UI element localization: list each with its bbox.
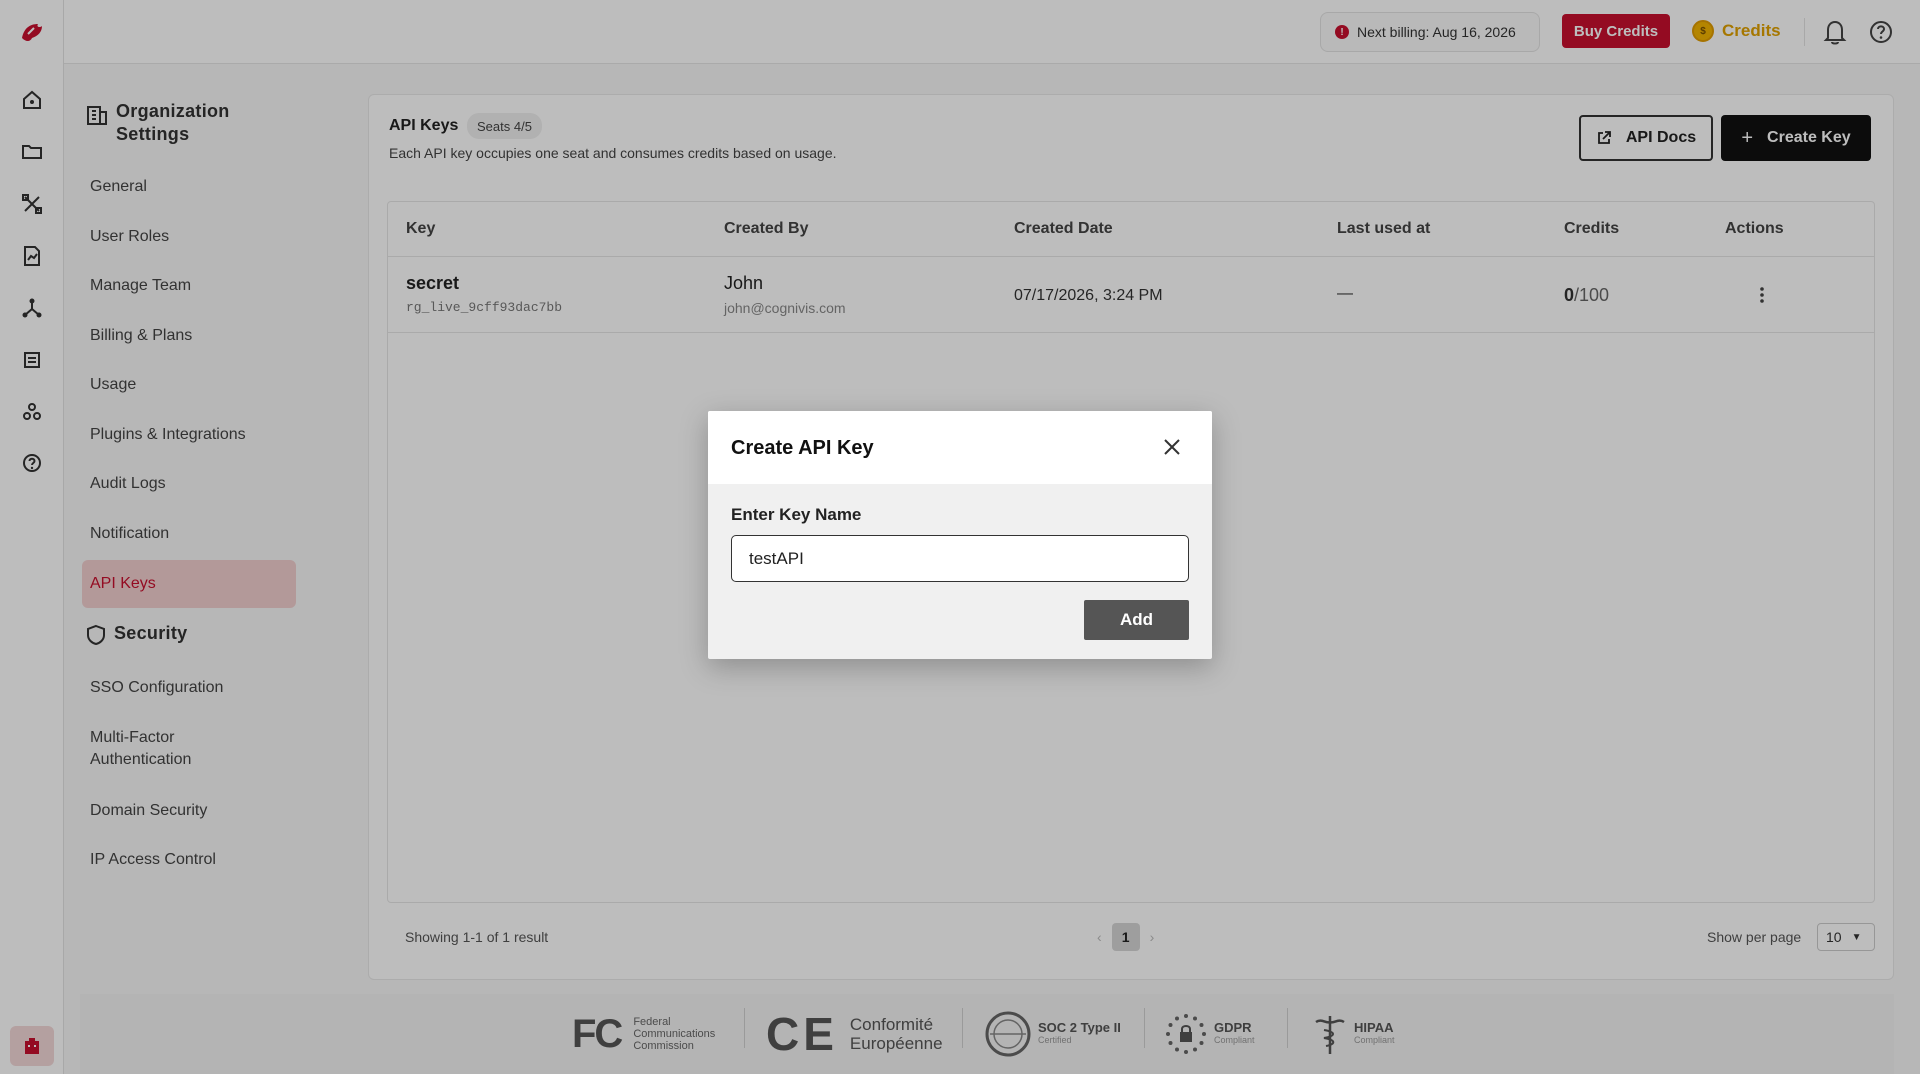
modal-title: Create API Key xyxy=(731,437,874,459)
add-button[interactable]: Add xyxy=(1084,600,1189,640)
app-root: ! Next billing: Aug 16, 2026 Buy Credits… xyxy=(0,0,1920,1074)
modal-header: Create API Key xyxy=(708,411,1212,484)
key-name-label: Enter Key Name xyxy=(731,505,862,524)
close-button[interactable] xyxy=(1160,435,1184,459)
create-api-key-modal: Create API Key Enter Key Name Add xyxy=(708,411,1212,659)
close-icon xyxy=(1164,439,1180,455)
key-name-input[interactable] xyxy=(731,535,1189,582)
